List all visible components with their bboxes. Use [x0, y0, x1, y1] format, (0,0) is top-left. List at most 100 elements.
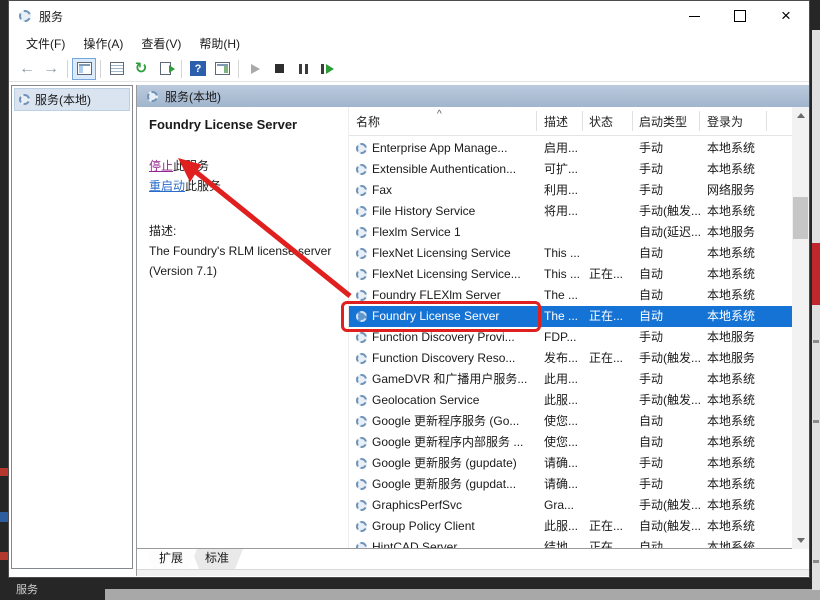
service-row[interactable]: Extensible Authentication... 可扩... 手动 本地… [349, 159, 792, 180]
cell-logon: 本地服务 [707, 348, 792, 369]
scroll-up-button[interactable] [792, 107, 809, 124]
cell-logon: 本地系统 [707, 495, 792, 516]
export-list-button[interactable] [153, 58, 177, 80]
cell-logon: 本地系统 [707, 138, 792, 159]
panel-header: 服务(本地) [137, 85, 809, 107]
services-window: 服务 × 文件(F) 操作(A) 查看(V) 帮助(H) ← → ↻ ? [8, 0, 810, 578]
tree-item-services-local[interactable]: 服务(本地) [14, 88, 130, 111]
close-button[interactable]: × [763, 1, 809, 31]
vertical-scrollbar[interactable] [792, 107, 809, 549]
cell-name: Geolocation Service [372, 390, 540, 411]
service-gear-icon [356, 416, 367, 427]
service-row[interactable]: Group Policy Client 此服... 正在... 自动(触发...… [349, 516, 792, 537]
service-row[interactable]: Google 更新程序服务 (Go... 使您... 自动 本地系统 [349, 411, 792, 432]
show-action-pane-button[interactable] [210, 58, 234, 80]
service-row[interactable]: FlexNet Licensing Service... This ... 正在… [349, 264, 792, 285]
extended-description-pane: Foundry License Server 停止此服务 重启动此服务 描述: … [137, 107, 348, 549]
back-button[interactable]: ← [15, 58, 39, 80]
cell-logon: 本地系统 [707, 516, 792, 537]
pause-service-button[interactable] [291, 58, 315, 80]
cell-logon: 本地服务 [707, 222, 792, 243]
minimize-icon [689, 16, 700, 17]
column-header-logon[interactable]: 登录为 [707, 113, 743, 130]
stop-service-link[interactable]: 停止 [149, 159, 173, 173]
cell-logon: 本地系统 [707, 453, 792, 474]
column-separator[interactable] [582, 111, 583, 131]
stop-service-button[interactable] [267, 58, 291, 80]
service-row[interactable]: Function Discovery Reso... 发布... 正在... 手… [349, 348, 792, 369]
start-service-button[interactable] [243, 58, 267, 80]
cell-desc: 利用... [544, 180, 588, 201]
cell-startup: 手动 [639, 453, 705, 474]
cell-name: Group Policy Client [372, 516, 540, 537]
background-fragment [0, 552, 8, 560]
cell-status: 正在... [589, 264, 637, 285]
export-list-icon [160, 62, 171, 75]
service-row[interactable]: GameDVR 和广播用户服务... 此用... 手动 本地系统 [349, 369, 792, 390]
menu-action[interactable]: 操作(A) [74, 32, 132, 55]
service-row[interactable]: Geolocation Service 此服... 手动(触发... 本地系统 [349, 390, 792, 411]
service-row[interactable]: FlexNet Licensing Service This ... 自动 本地… [349, 243, 792, 264]
cell-logon: 本地系统 [707, 369, 792, 390]
scrollbar-thumb[interactable] [793, 197, 808, 239]
service-gear-icon [356, 269, 367, 280]
service-gear-icon [356, 185, 367, 196]
service-row[interactable]: Google 更新服务 (gupdate) 请确... 手动 本地系统 [349, 453, 792, 474]
maximize-button[interactable] [717, 1, 763, 31]
service-gear-icon [356, 311, 367, 322]
service-row[interactable]: Fax 利用... 手动 网络服务 [349, 180, 792, 201]
toolbar-separator [181, 60, 182, 78]
stop-service-suffix: 此服务 [173, 159, 209, 173]
properties-button[interactable] [105, 58, 129, 80]
column-header-status[interactable]: 状态 [589, 113, 613, 130]
background-fragment [0, 512, 8, 522]
tab-standard[interactable]: 标准 [191, 549, 243, 569]
service-gear-icon [356, 374, 367, 385]
back-icon: ← [19, 61, 35, 77]
cell-logon: 本地系统 [707, 201, 792, 222]
cell-name: Fax [372, 180, 540, 201]
service-row[interactable]: Foundry License Server The ... 正在... 自动 … [349, 306, 792, 327]
view-tabstrip: 扩展 标准 [137, 548, 792, 570]
service-row[interactable]: Enterprise App Manage... 启用... 手动 本地系统 [349, 138, 792, 159]
restart-service-link[interactable]: 重启动 [149, 179, 185, 193]
service-gear-icon [356, 521, 367, 532]
background-fragment [813, 420, 819, 423]
column-separator[interactable] [699, 111, 700, 131]
cell-logon: 本地系统 [707, 390, 792, 411]
column-header-startup[interactable]: 启动类型 [639, 113, 687, 130]
menu-view[interactable]: 查看(V) [132, 32, 190, 55]
scroll-down-button[interactable] [792, 532, 809, 549]
service-row[interactable]: Google 更新程序内部服务 ... 使您... 自动 本地系统 [349, 432, 792, 453]
column-separator[interactable] [632, 111, 633, 131]
menu-help[interactable]: 帮助(H) [190, 32, 249, 55]
restart-service-button[interactable] [315, 58, 339, 80]
cell-desc: This ... [544, 243, 588, 264]
service-row[interactable]: File History Service 将用... 手动(触发... 本地系统 [349, 201, 792, 222]
column-separator[interactable] [536, 111, 537, 131]
menu-file[interactable]: 文件(F) [17, 32, 74, 55]
help-button[interactable]: ? [186, 58, 210, 80]
services-header-icon [147, 91, 158, 102]
service-row[interactable]: GraphicsPerfSvc Gra... 手动(触发... 本地系统 [349, 495, 792, 516]
cell-startup: 手动 [639, 180, 705, 201]
service-gear-icon [356, 143, 367, 154]
cell-desc: 此服... [544, 390, 588, 411]
cell-startup: 自动 [639, 264, 705, 285]
service-row[interactable]: Foundry FLEXlm Server The ... 自动 本地系统 [349, 285, 792, 306]
service-row[interactable]: Google 更新服务 (gupdat... 请确... 手动 本地系统 [349, 474, 792, 495]
column-separator[interactable] [766, 111, 767, 131]
cell-logon: 本地系统 [707, 474, 792, 495]
show-console-tree-button[interactable] [72, 58, 96, 80]
column-header-name[interactable]: 名称 [356, 113, 380, 130]
action-pane-icon [215, 62, 230, 75]
minimize-button[interactable] [671, 1, 717, 31]
forward-button[interactable]: → [39, 58, 63, 80]
service-row[interactable]: Flexlm Service 1 自动(延迟... 本地服务 [349, 222, 792, 243]
refresh-button[interactable]: ↻ [129, 58, 153, 80]
background-fragment [813, 560, 819, 563]
toolbar-separator [238, 60, 239, 78]
tab-extended[interactable]: 扩展 [145, 549, 197, 569]
column-header-desc[interactable]: 描述 [544, 113, 568, 130]
service-row[interactable]: Function Discovery Provi... FDP... 手动 本地… [349, 327, 792, 348]
